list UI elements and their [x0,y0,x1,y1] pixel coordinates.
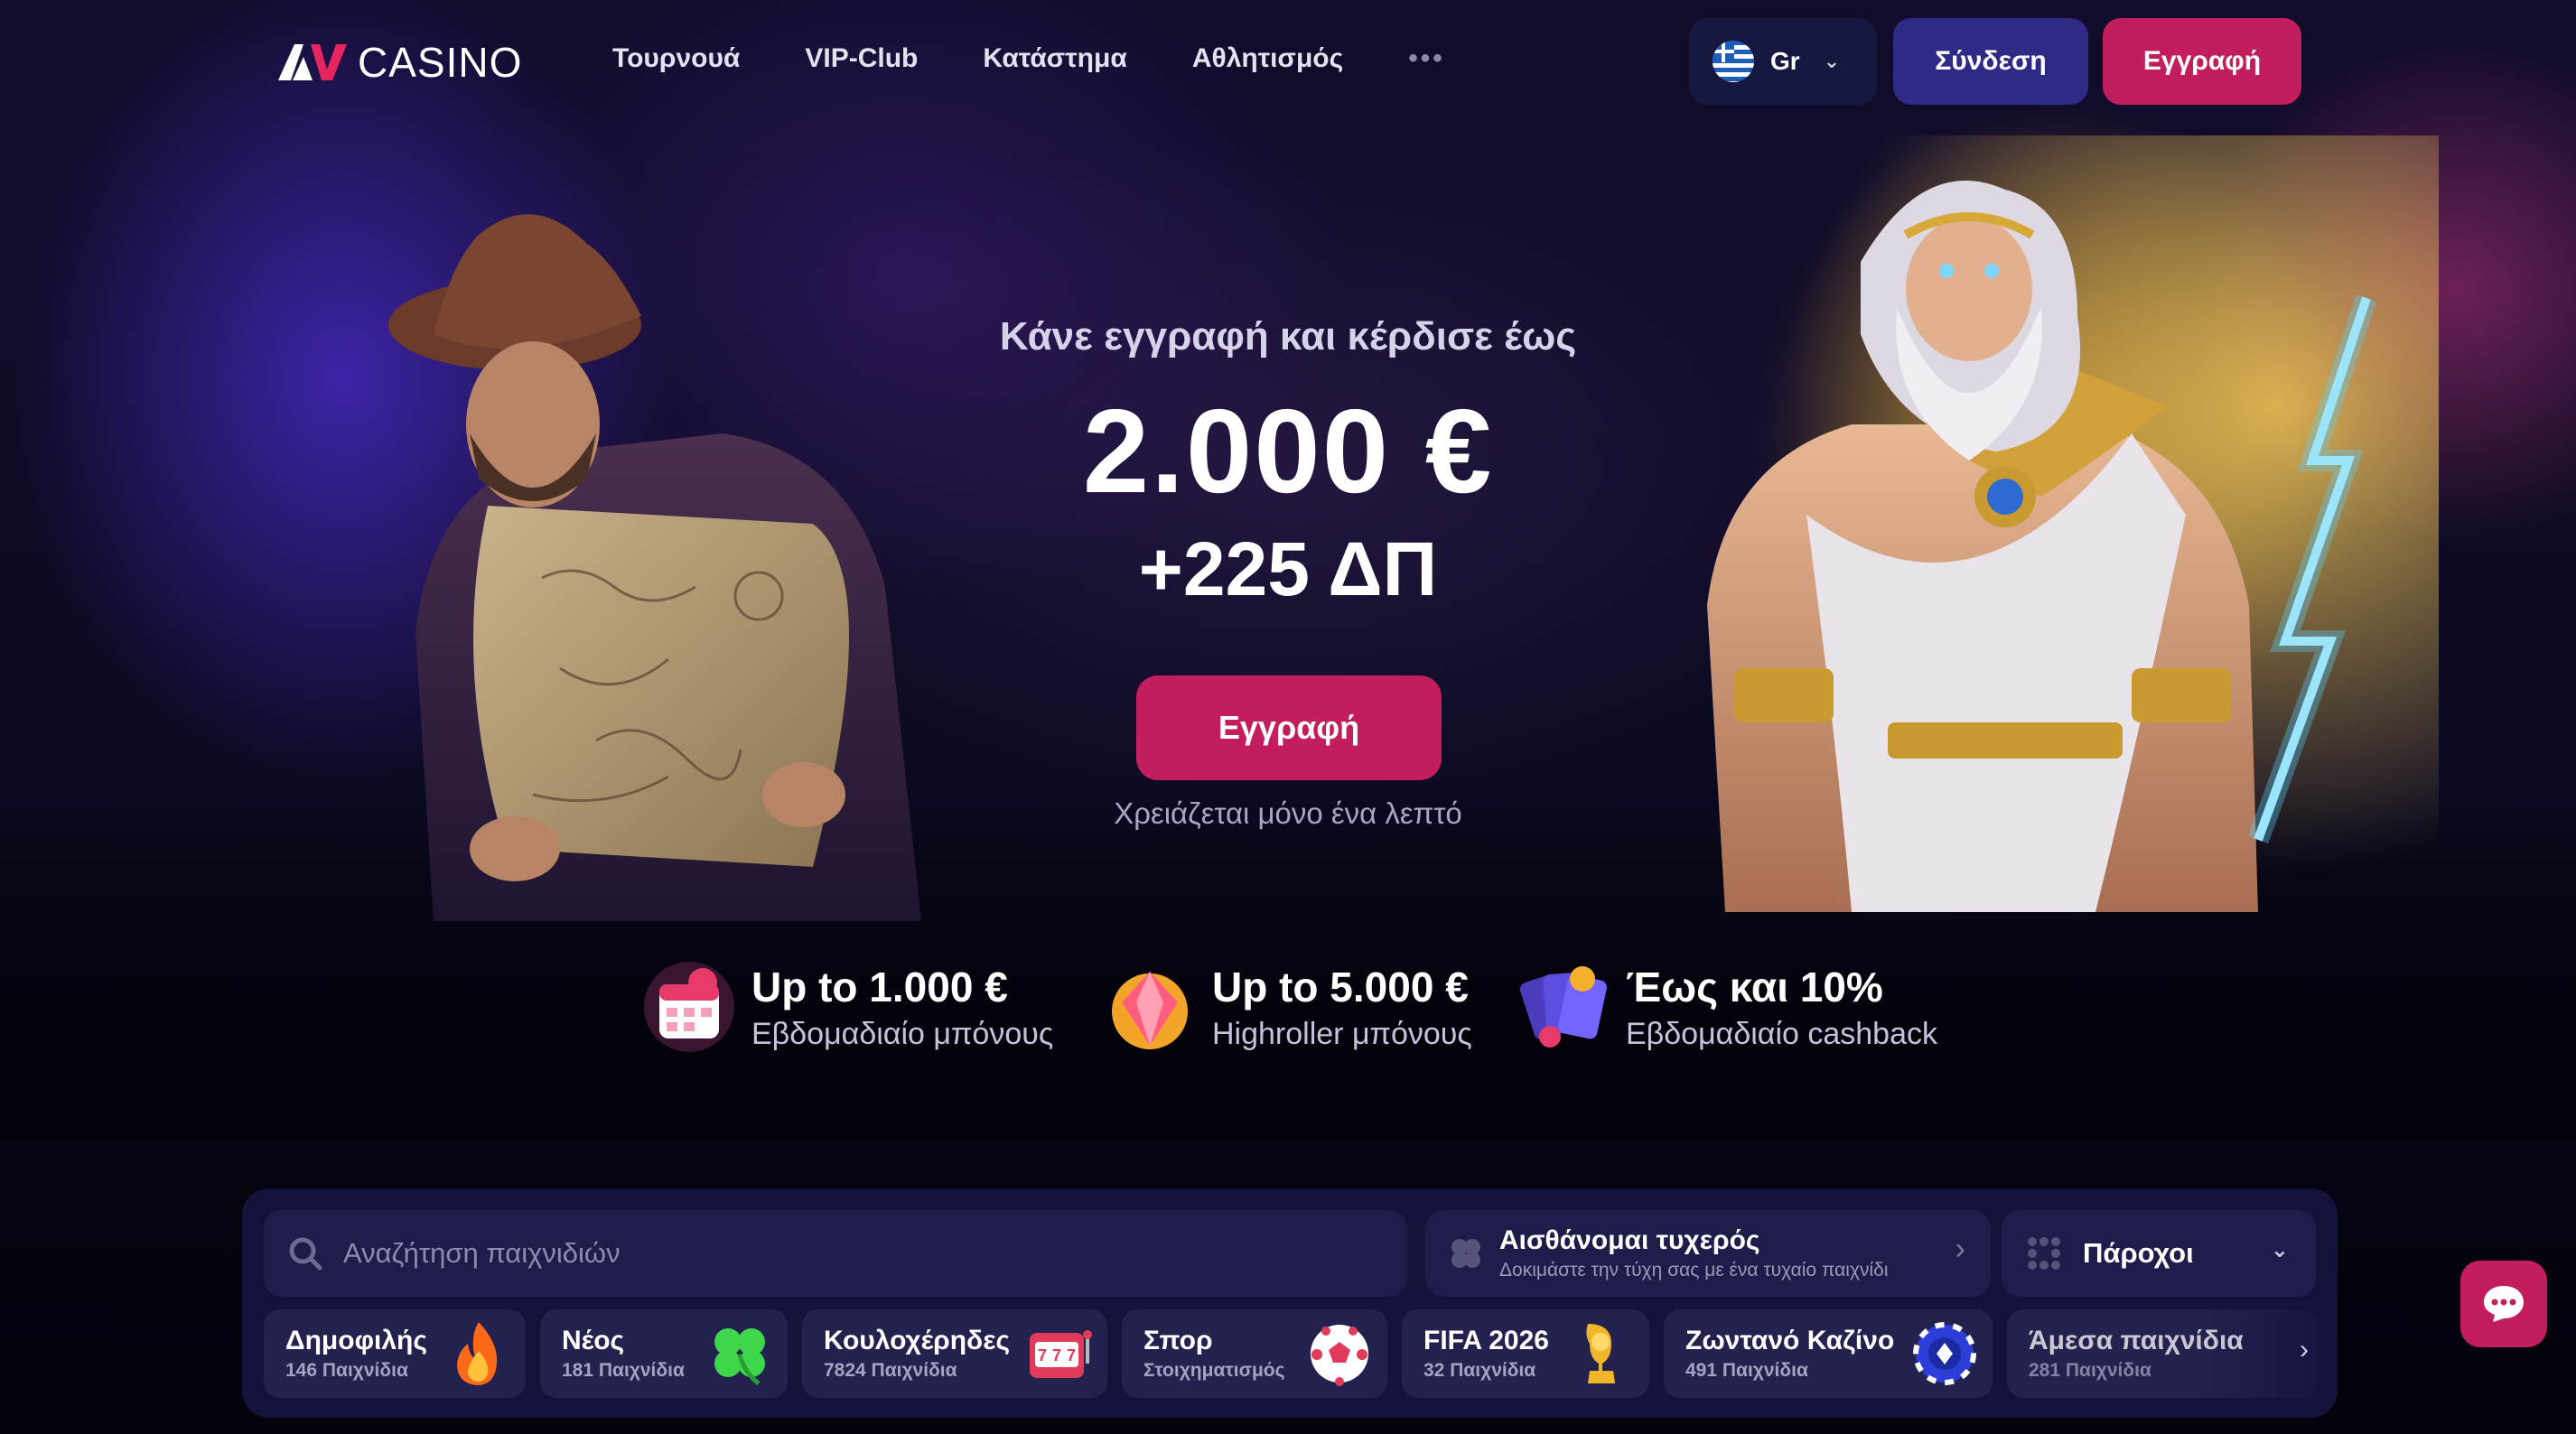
search-input[interactable] [343,1237,1337,1270]
gem-icon [1112,972,1188,1049]
category-popular[interactable]: Δημοφιλής 146 Παιχνίδια [264,1309,526,1398]
promo-title: Up to 1.000 € [751,963,1008,1010]
fire-icon [457,1322,498,1385]
nav-more-button[interactable]: ••• [1408,43,1445,74]
zeus-character-illustration [1626,135,2439,912]
trophy-icon [1586,1324,1615,1383]
game-search[interactable] [264,1210,1407,1297]
greece-flag-icon [1713,41,1754,82]
hero-bonus-amount: 2.000 € [1082,385,1494,517]
category-live-casino[interactable]: Ζωντανό Καζίνο 491 Παιχνίδια [1664,1309,1993,1398]
category-name: Κουλοχέρηδες [824,1326,1011,1355]
hero-subtitle: Κάνε εγγραφή και κέρδισε έως [999,314,1577,358]
promo-title: Έως και 10% [1626,963,1883,1010]
category-fifa-2026[interactable]: FIFA 2026 32 Παιχνίδια [1402,1309,1649,1398]
category-count: Στοιχηματισμός [1143,1360,1285,1381]
cards-icon [1519,966,1607,1048]
promo-title: Up to 5.000 € [1212,963,1469,1010]
clover-icon [1451,1239,1480,1268]
category-count: 491 Παιχνίδια [1685,1360,1808,1381]
nav-item-vip-club[interactable]: VIP-Club [805,43,918,74]
promo-subtitle: Highroller μπόνους [1212,1016,1472,1051]
category-count: 7824 Παιχνίδια [824,1360,957,1381]
category-name: Νέος [562,1326,625,1355]
feeling-lucky-button[interactable]: Αισθάνομαι τυχερός Δοκιμάστε την τύχη σα… [1425,1210,1991,1297]
clover-icon [714,1328,765,1385]
category-name: Σπορ [1143,1326,1213,1355]
hero-register-button[interactable]: Εγγραφή [1136,675,1442,780]
category-count: 181 Παιχνίδια [562,1360,685,1381]
register-button[interactable]: Εγγραφή [2103,18,2301,105]
site-logo[interactable]: CASINO [276,38,522,87]
nav-item-shop[interactable]: Κατάστημα [983,43,1126,74]
category-name: Δημοφιλής [285,1326,427,1355]
promo-weekly-bonus[interactable]: Up to 1.000 € Εβδομαδιαίο μπόνους [639,948,1053,1066]
category-list: Δημοφιλής 146 Παιχνίδια Νέος 181 Παιχνίδ… [264,1309,2319,1398]
providers-dropdown[interactable]: Πάροχοι ⌄ [2002,1210,2316,1297]
hero-note: Χρειάζεται μόνο ένα λεπτό [1114,796,1462,830]
soccer-ball-icon [1311,1325,1368,1386]
slot-machine-icon: 777 [1030,1330,1092,1378]
providers-icon [2028,1237,2060,1270]
promo-weekly-cashback[interactable]: Έως και 10% Εβδομαδιαίο cashback [1514,948,1937,1066]
lucky-title: Αισθάνομαι τυχερός [1499,1225,1760,1255]
category-name: Άμεσα παιχνίδια [2029,1326,2244,1355]
svg-text:7: 7 [1067,1346,1076,1364]
providers-label: Πάροχοι [2083,1237,2194,1269]
support-chat-button[interactable] [2460,1261,2547,1347]
chat-bubble-icon [2484,1286,2524,1322]
category-count: 146 Παιχνίδια [285,1360,408,1381]
category-new[interactable]: Νέος 181 Παιχνίδια [540,1309,788,1398]
main-nav: Τουρνουά VIP-Club Κατάστημα Αθλητισμός •… [612,43,1445,74]
hero-free-spins: +225 ΔΠ [1138,526,1438,611]
nav-item-sports[interactable]: Αθλητισμός [1192,43,1343,74]
category-name: Ζωντανό Καζίνο [1685,1326,1895,1355]
casino-landing-page: CASINO Τουρνουά VIP-Club Κατάστημα Αθλητ… [0,0,2576,1434]
category-slots[interactable]: Κουλοχέρηδες 7824 Παιχνίδια 777 [802,1309,1107,1398]
lucky-subtitle: Δοκιμάστε την τύχη σας με ένα τυχαίο παι… [1499,1260,1889,1280]
promo-strip: Up to 1.000 € Εβδομαδιαίο μπόνους Up to … [0,948,2576,1066]
category-name: FIFA 2026 [1423,1326,1549,1355]
logo-mark-icon [278,44,347,80]
login-button[interactable]: Σύνδεση [1893,18,2088,105]
chevron-down-icon: ⌄ [2270,1238,2289,1262]
games-panel: Αισθάνομαι τυχερός Δοκιμάστε την τύχη σα… [242,1188,2338,1418]
category-sports[interactable]: Σπορ Στοιχηματισμός [1122,1309,1387,1398]
search-icon [289,1237,322,1271]
chevron-down-icon: ⌄ [1823,50,1841,72]
category-count: 281 Παιχνίδια [2029,1360,2151,1381]
logo-text: CASINO [358,39,523,86]
promo-highroller-bonus[interactable]: Up to 5.000 € Highroller μπόνους [1100,948,1472,1066]
promo-subtitle: Εβδομαδιαίο cashback [1626,1016,1937,1051]
chevron-right-icon: › [1955,1232,1965,1266]
nav-item-tournaments[interactable]: Τουρνουά [612,43,740,74]
site-header: CASINO Τουρνουά VIP-Club Κατάστημα Αθλητ… [0,0,2576,123]
language-code: Gr [1770,47,1800,75]
calendar-icon [644,962,734,1052]
category-instant-games[interactable]: Άμεσα παιχνίδια 281 Παιχνίδια › [2007,1309,2319,1398]
chip-icon [1913,1322,1976,1385]
category-count: 32 Παιχνίδια [1423,1360,1536,1381]
svg-text:7: 7 [1038,1346,1047,1364]
svg-text:7: 7 [1052,1346,1061,1364]
language-selector[interactable]: Gr ⌄ [1689,18,1877,105]
scroll-right-arrow-icon[interactable]: › [2300,1335,2309,1365]
promo-subtitle: Εβδομαδιαίο μπόνους [751,1016,1054,1051]
